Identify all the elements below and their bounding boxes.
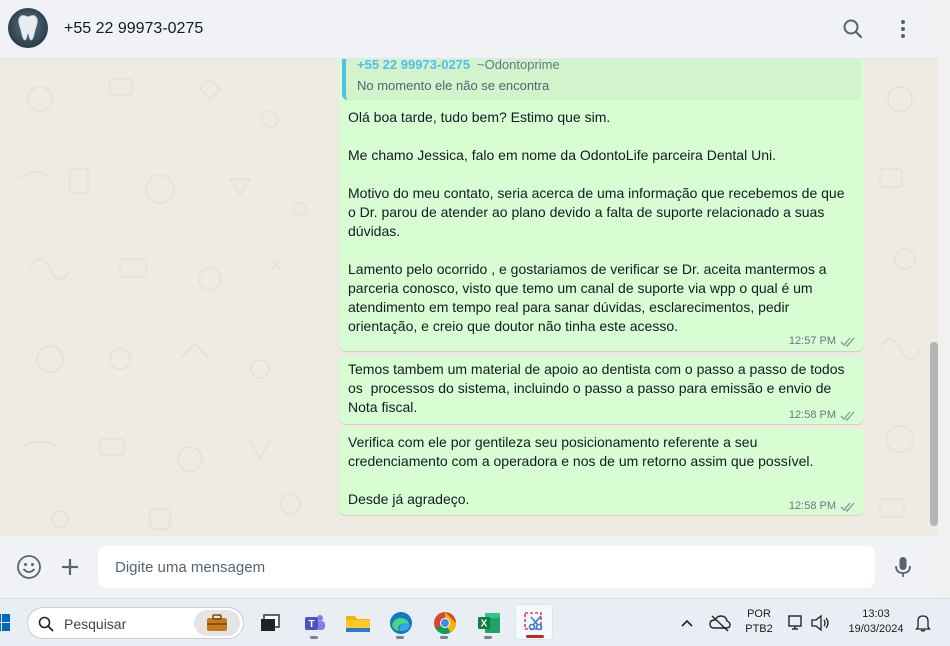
- quote-text: No momento ele não se encontra: [357, 78, 550, 93]
- clock[interactable]: 13:03 19/03/2024: [843, 608, 909, 635]
- double-check-icon: [840, 502, 855, 512]
- svg-text:T: T: [308, 619, 314, 630]
- teams-icon[interactable]: T: [298, 606, 332, 640]
- snipping-tool-icon[interactable]: [515, 604, 553, 640]
- mic-icon[interactable]: [890, 554, 916, 580]
- excel-icon[interactable]: X: [472, 606, 506, 640]
- chevron-up-icon[interactable]: [677, 606, 697, 640]
- chat-header: +55 22 99973-0275: [0, 0, 938, 59]
- notification-bell-icon[interactable]: [912, 606, 934, 640]
- quote-sender-name: ~Odontoprime: [477, 59, 560, 72]
- search-icon: [38, 616, 54, 632]
- running-indicator: [484, 636, 492, 639]
- active-indicator: [526, 635, 544, 638]
- quoted-message[interactable]: +55 22 99973-0275 ~Odontoprime No moment…: [342, 59, 861, 100]
- search-label: Pesquisar: [64, 616, 127, 632]
- windows-start-icon[interactable]: [0, 606, 14, 640]
- outgoing-message[interactable]: Temos tambem um material de apoio ao den…: [339, 356, 864, 424]
- edge-icon[interactable]: [384, 606, 418, 640]
- scrollbar-thumb[interactable]: [930, 342, 938, 526]
- task-view-icon[interactable]: [253, 606, 287, 640]
- message-input[interactable]: [98, 546, 875, 588]
- message-text: Verifica com ele por gentileza seu posic…: [348, 434, 814, 507]
- running-indicator: [310, 636, 318, 639]
- outgoing-message[interactable]: Verifica com ele por gentileza seu posic…: [339, 428, 864, 515]
- search-icon[interactable]: [840, 16, 866, 42]
- windows-taskbar: Pesquisar T X POR PTB2 13:03 19/03/2024: [0, 598, 950, 646]
- chrome-icon[interactable]: [428, 606, 462, 640]
- tooth-logo-icon: [18, 15, 38, 41]
- message-meta: 12:58 PM: [789, 497, 856, 516]
- message-time: 12:58 PM: [788, 409, 836, 421]
- language-code: POR: [747, 608, 771, 620]
- contact-name[interactable]: +55 22 99973-0275: [64, 20, 203, 38]
- cloud-offline-icon[interactable]: [707, 606, 733, 640]
- network-icon[interactable]: [784, 606, 806, 640]
- message-meta: 12:57 PM: [789, 332, 856, 351]
- clock-date: 19/03/2024: [848, 623, 904, 635]
- search-highlight: [194, 610, 240, 636]
- running-indicator: [440, 636, 448, 639]
- message-text: Olá boa tarde, tudo bem? Estimo que sim.…: [348, 109, 845, 334]
- double-check-icon: [840, 411, 855, 421]
- volume-icon[interactable]: [808, 606, 832, 640]
- plus-icon[interactable]: [57, 554, 83, 580]
- message-text: Temos tambem um material de apoio ao den…: [348, 361, 849, 415]
- compose-bar: [0, 536, 938, 598]
- briefcase-icon: [207, 614, 227, 631]
- chat-area[interactable]: +55 22 99973-0275 ~Odontoprime No moment…: [0, 59, 938, 536]
- clock-time: 13:03: [862, 608, 890, 620]
- running-indicator: [396, 636, 404, 639]
- keyboard-layout: PTB2: [745, 623, 773, 635]
- emoji-icon[interactable]: [16, 554, 42, 580]
- svg-text:X: X: [481, 619, 488, 630]
- contact-avatar[interactable]: [8, 8, 48, 48]
- folder-icon[interactable]: [341, 606, 375, 640]
- quote-author: +55 22 99973-0275: [357, 59, 471, 72]
- double-check-icon: [840, 337, 855, 347]
- message-time: 12:57 PM: [788, 335, 836, 347]
- taskbar-search[interactable]: Pesquisar: [27, 607, 244, 639]
- language-indicator[interactable]: POR PTB2: [744, 608, 774, 635]
- scrollbar-track[interactable]: [938, 0, 950, 598]
- message-meta: 12:58 PM: [789, 406, 856, 425]
- menu-icon[interactable]: [890, 16, 916, 42]
- outgoing-message[interactable]: +55 22 99973-0275 ~Odontoprime No moment…: [339, 59, 864, 351]
- message-time: 12:58 PM: [788, 500, 836, 512]
